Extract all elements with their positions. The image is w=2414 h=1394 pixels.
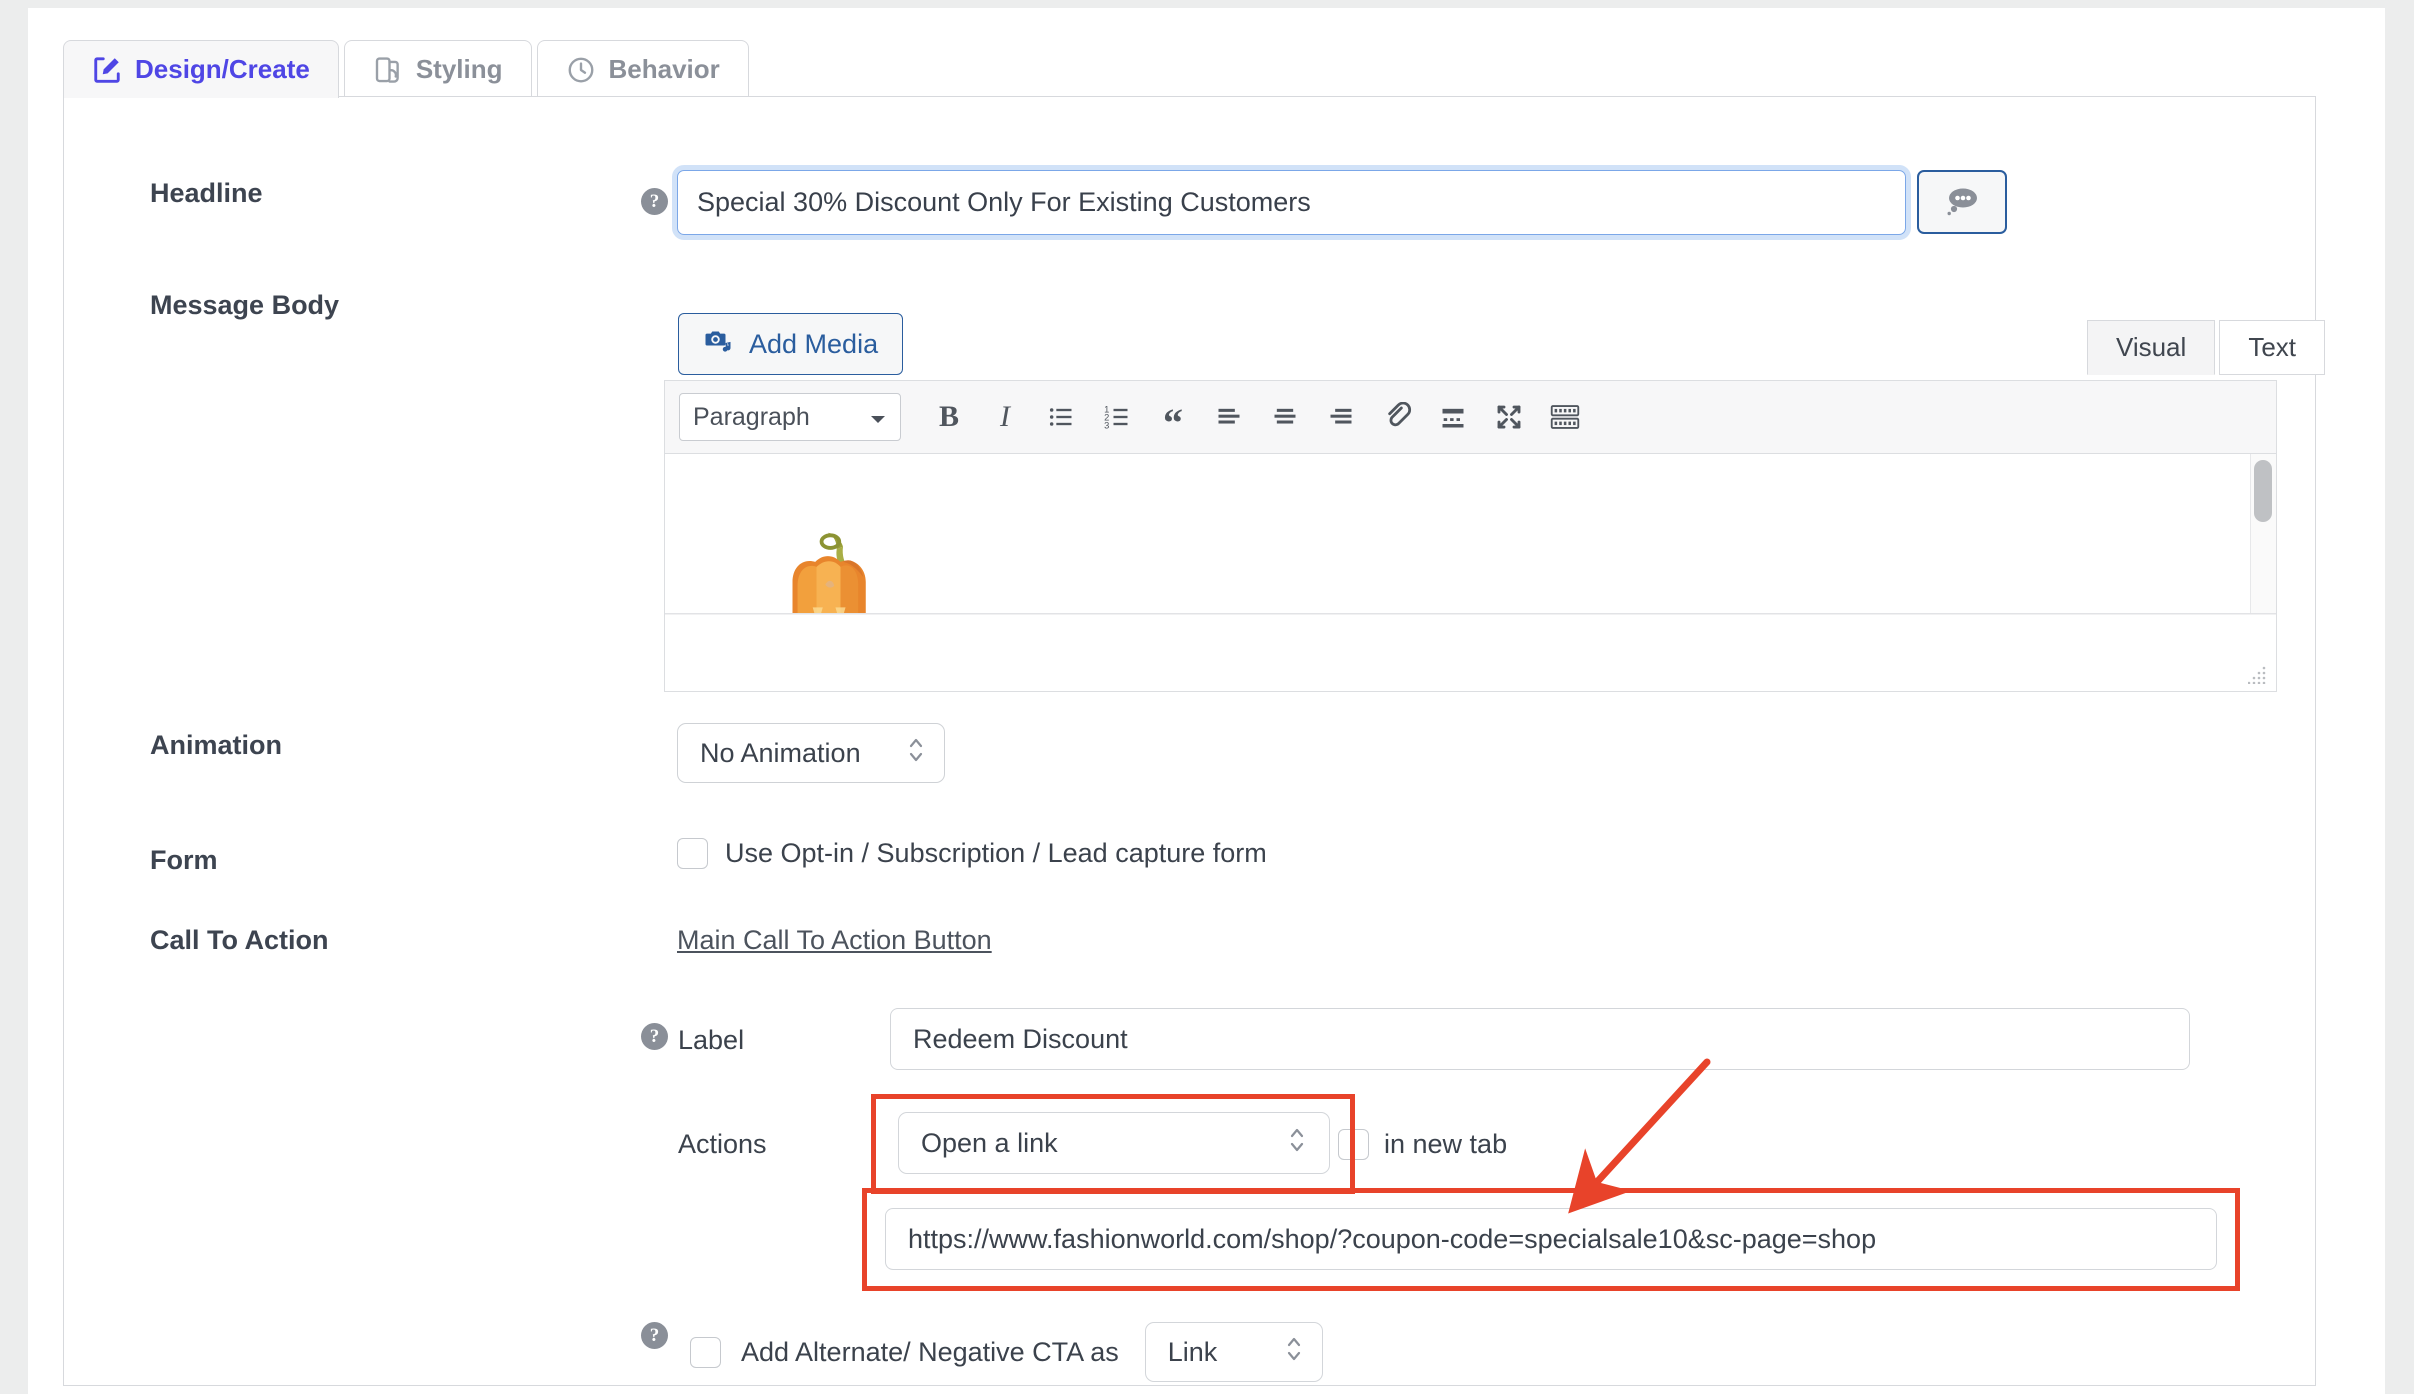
open-in-new-tab-label: in new tab [1384, 1129, 1508, 1159]
cta-label-text: Label [678, 1025, 745, 1055]
actions-select-value: Open a link [921, 1127, 1058, 1158]
editor-content-area[interactable] [665, 454, 2276, 614]
tab-label: Behavior [608, 54, 720, 84]
format-select[interactable]: Paragraph [679, 393, 901, 441]
optin-form-label: Use Opt-in / Subscription / Lead capture… [725, 838, 1267, 868]
alternate-cta-row: Add Alternate/ Negative CTA as Link [690, 1322, 1323, 1382]
italic-icon[interactable]: I [979, 391, 1031, 443]
bulleted-list-icon[interactable] [1035, 391, 1087, 443]
call-to-action-label: Call To Action [150, 925, 329, 955]
blockquote-icon[interactable]: “ [1147, 391, 1199, 443]
animation-select[interactable]: No Animation [677, 723, 945, 783]
tab-visual[interactable]: Visual [2086, 320, 2216, 375]
headline-help-icon[interactable]: ? [641, 188, 668, 215]
clock-icon [566, 55, 596, 85]
actions-label: Actions [678, 1129, 767, 1159]
headline-comment-button[interactable] [1917, 170, 2007, 234]
message-body-label: Message Body [150, 290, 340, 320]
pumpkin-image [792, 532, 866, 613]
form-label: Form [150, 845, 218, 875]
align-center-icon[interactable] [1259, 391, 1311, 443]
alternate-cta-checkbox[interactable] [690, 1336, 721, 1368]
cta-label-help-icon[interactable]: ? [641, 1023, 668, 1050]
fullscreen-icon[interactable] [1483, 391, 1535, 443]
layers-icon [373, 55, 403, 85]
svg-text:3: 3 [1104, 421, 1109, 431]
wysiwyg-editor: Paragraph B I 1 2 3 “ [664, 380, 2277, 692]
tab-styling[interactable]: Styling [343, 40, 532, 98]
tab-text[interactable]: Text [2219, 320, 2325, 375]
tab-label: Styling [415, 54, 503, 84]
tab-behavior[interactable]: Behavior [536, 40, 749, 98]
format-select-value: Paragraph [693, 402, 810, 431]
chevron-down-icon [869, 403, 887, 432]
optin-form-row: Use Opt-in / Subscription / Lead capture… [677, 838, 1267, 869]
numbered-list-icon[interactable]: 1 2 3 [1091, 391, 1143, 443]
cta-label-input[interactable] [890, 1008, 2190, 1070]
optin-form-checkbox[interactable] [677, 838, 708, 869]
editor-view-tabs: Visual Text [2086, 320, 2325, 375]
alternate-cta-help-icon[interactable]: ? [641, 1322, 668, 1349]
new-tab-row: in new tab [1338, 1129, 1507, 1160]
settings-panel [63, 96, 2316, 1386]
headline-label: Headline [150, 178, 263, 208]
alternate-cta-type-select[interactable]: Link [1144, 1322, 1323, 1382]
tab-label: Design/Create [135, 54, 310, 84]
read-more-icon[interactable] [1427, 391, 1479, 443]
align-left-icon[interactable] [1203, 391, 1255, 443]
editor-scrollbar-thumb[interactable] [2254, 460, 2272, 522]
stepper-chevrons-icon [1284, 1332, 1304, 1373]
main-cta-button-link[interactable]: Main Call To Action Button [677, 925, 992, 956]
alternate-cta-type-value: Link [1167, 1336, 1218, 1367]
editor-scrollbar[interactable] [2250, 454, 2276, 613]
editor-toolbar: Paragraph B I 1 2 3 “ [665, 381, 2276, 454]
cta-url-input[interactable] [885, 1208, 2217, 1270]
tab-design-create[interactable]: Design/Create [63, 40, 339, 98]
animation-select-value: No Animation [700, 737, 861, 768]
animation-label: Animation [150, 730, 282, 760]
add-media-label: Add Media [749, 328, 879, 359]
stepper-chevrons-icon [1287, 1123, 1307, 1164]
alternate-cta-label: Add Alternate/ Negative CTA as [741, 1336, 1119, 1367]
tabstrip: Design/Create Styling Behavior [63, 38, 749, 98]
speech-bubble-icon [1947, 188, 1977, 216]
bold-icon[interactable]: B [923, 391, 975, 443]
keyboard-shortcuts-icon[interactable] [1539, 391, 1591, 443]
open-in-new-tab-checkbox[interactable] [1338, 1129, 1369, 1160]
headline-input[interactable] [672, 165, 1911, 240]
add-media-button[interactable]: Add Media [678, 313, 904, 375]
insert-link-icon[interactable] [1371, 391, 1423, 443]
editor-resize-handle[interactable] [2247, 664, 2268, 685]
editor-statusbar [665, 614, 2276, 690]
edit-square-icon [92, 55, 122, 85]
align-right-icon[interactable] [1315, 391, 1367, 443]
media-icon [703, 326, 733, 363]
stepper-chevrons-icon [906, 733, 926, 774]
actions-select[interactable]: Open a link [898, 1112, 1330, 1174]
